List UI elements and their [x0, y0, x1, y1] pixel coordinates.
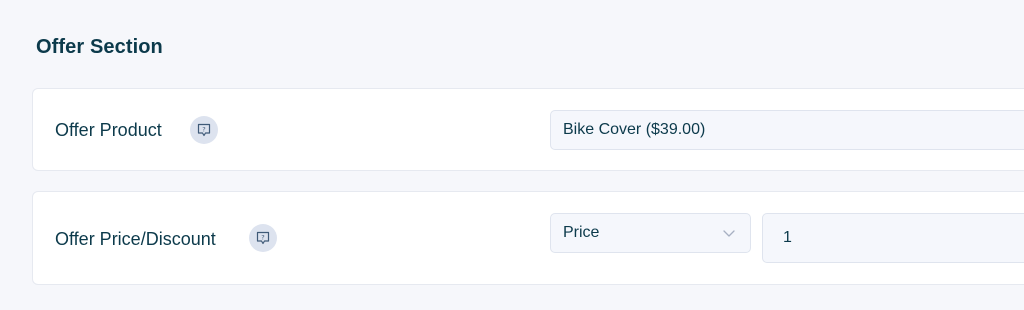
help-icon[interactable]: ? — [249, 224, 277, 252]
offer-product-select[interactable]: Bike Cover ($39.00) — [550, 110, 1024, 150]
offer-price-row: Offer Price/Discount ? Price 1 — [32, 191, 1024, 285]
price-type-selected-value: Price — [563, 224, 600, 241]
offer-product-row: Offer Product ? Bike Cover ($39.00) — [32, 88, 1024, 171]
price-type-select[interactable]: Price — [550, 213, 751, 253]
help-icon[interactable]: ? — [190, 116, 218, 144]
help-tooltip-icon: ? — [197, 123, 211, 137]
svg-text:?: ? — [261, 234, 264, 242]
offer-settings-page: Offer Section Offer Product ? Bike Cover… — [0, 0, 1024, 310]
price-value: 1 — [783, 229, 792, 246]
section-title: Offer Section — [36, 36, 163, 58]
help-tooltip-icon: ? — [256, 231, 270, 245]
price-value-input[interactable]: 1 — [762, 213, 1024, 263]
offer-price-label: Offer Price/Discount — [55, 229, 216, 249]
offer-product-selected-value: Bike Cover ($39.00) — [563, 121, 706, 138]
svg-text:?: ? — [202, 126, 205, 134]
chevron-down-icon — [723, 230, 735, 237]
offer-product-label: Offer Product — [55, 120, 162, 140]
